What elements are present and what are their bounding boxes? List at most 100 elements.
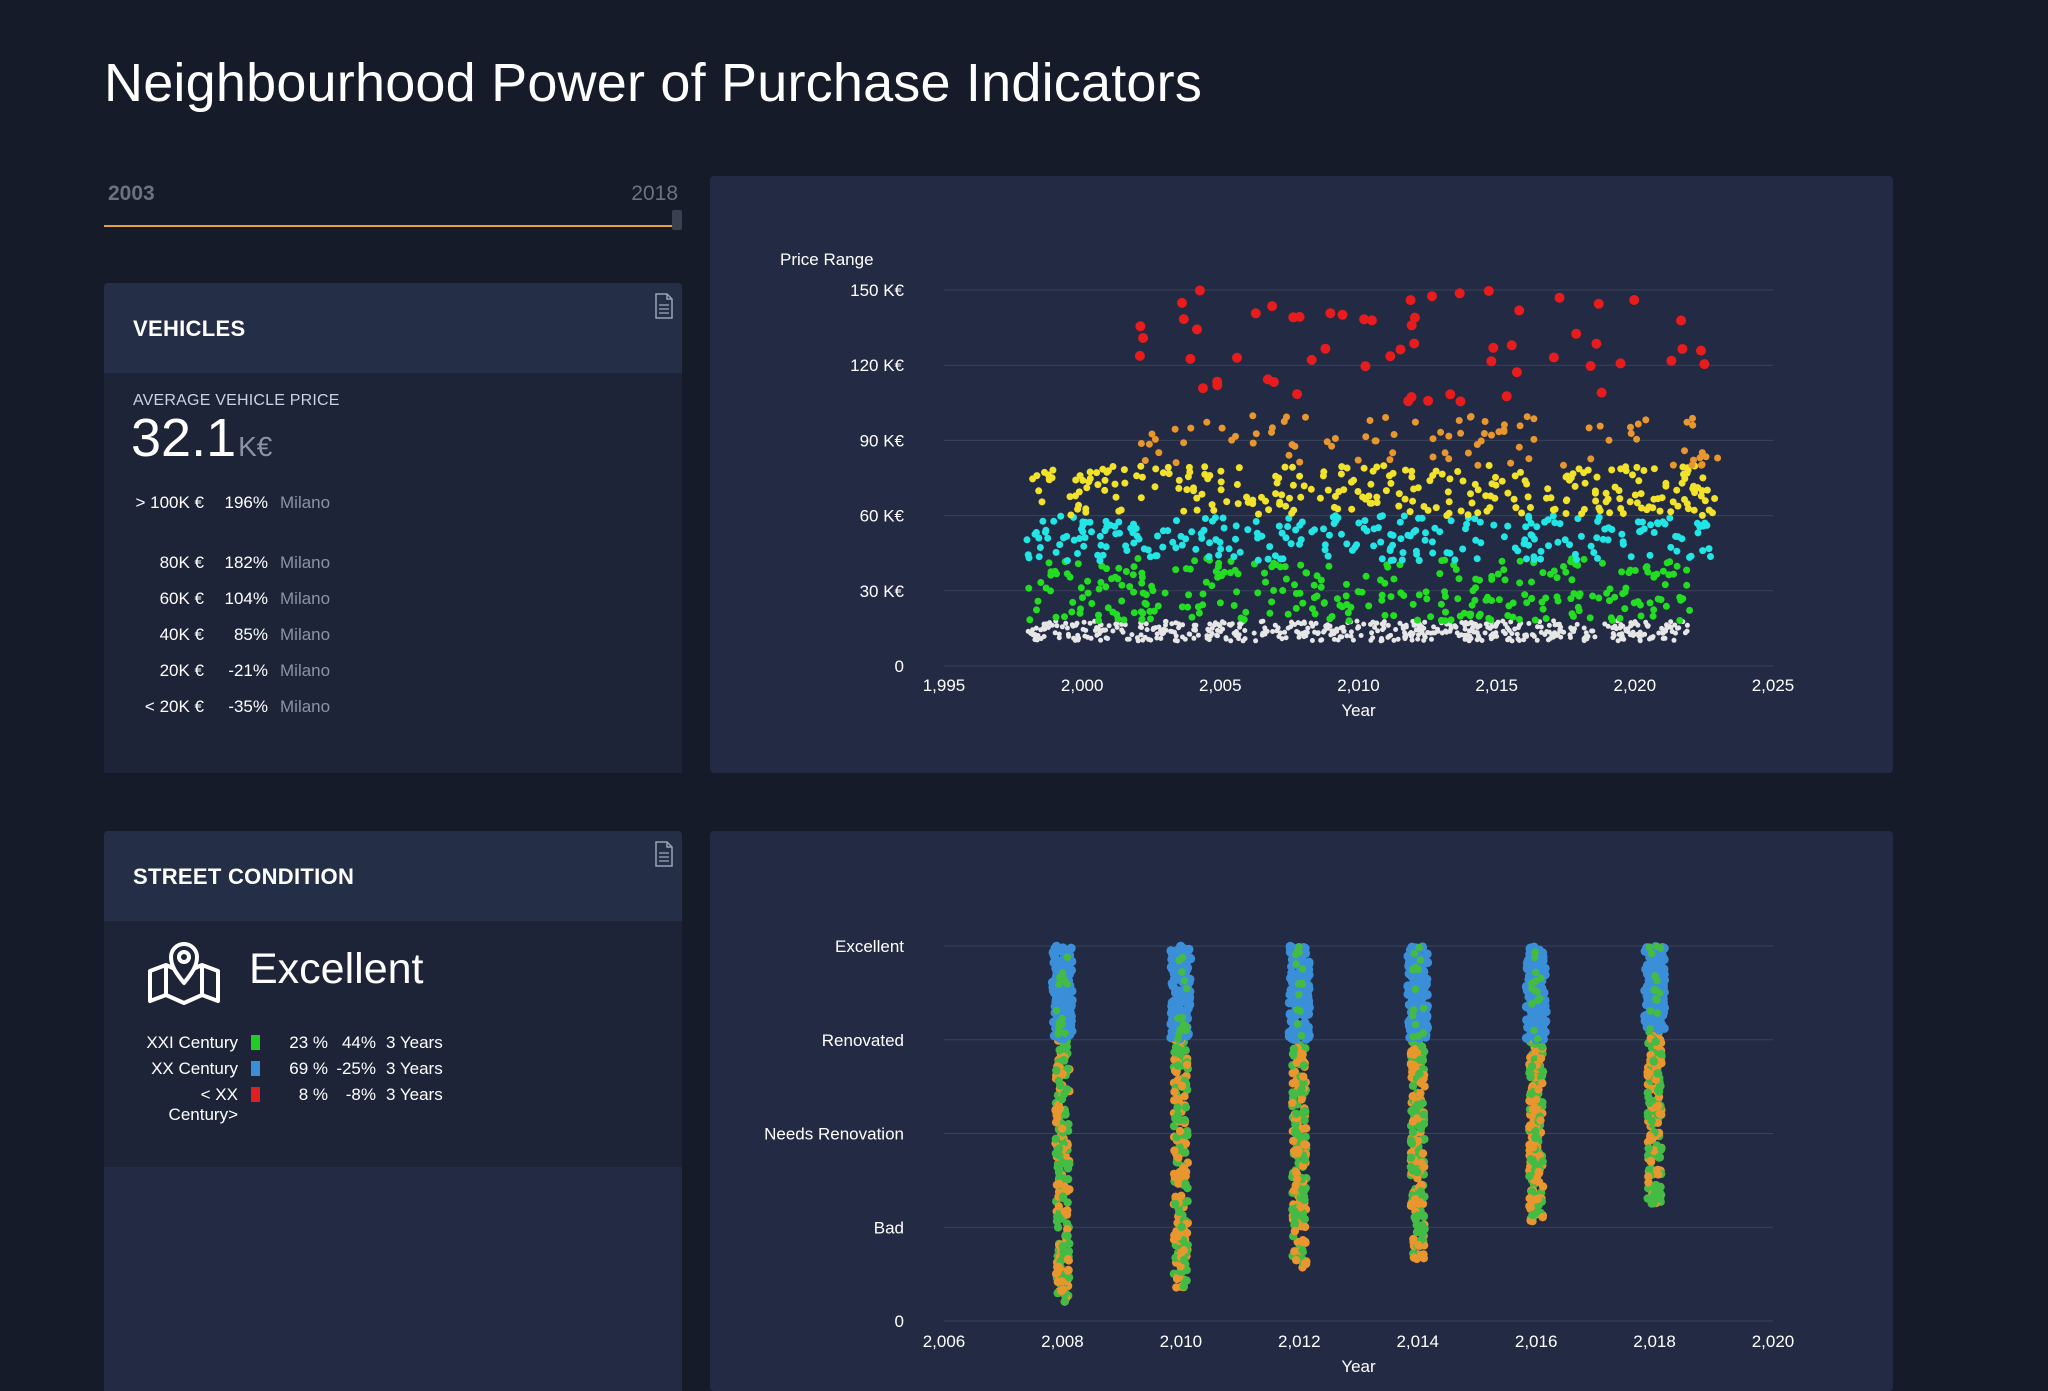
year-range-slider[interactable]: 2003 2018 <box>104 176 682 230</box>
scatter-point <box>1343 601 1351 608</box>
strip-point <box>1288 1088 1297 1097</box>
scatter-point <box>1143 621 1149 627</box>
document-icon[interactable] <box>654 293 674 319</box>
strip-point <box>1182 1060 1192 1069</box>
strip-point <box>1408 1081 1418 1090</box>
scatter-point <box>1616 614 1624 622</box>
street-condition-card-header: STREET CONDITION <box>104 831 682 921</box>
street-condition-strip-chart[interactable]: 0 Bad Needs Renovation Renovated Excellent 2,… <box>710 831 1893 1391</box>
scatter-point <box>1111 480 1119 488</box>
scatter-point <box>1250 308 1261 319</box>
price-range-city: Milano <box>280 697 331 716</box>
scatter-point <box>1669 461 1677 469</box>
scatter-point <box>1266 543 1274 551</box>
scatter-point <box>1698 461 1706 469</box>
year-range-handle[interactable] <box>672 210 682 230</box>
scatter-point <box>1468 627 1474 633</box>
price-range-label: 60K € <box>159 589 204 608</box>
scatter-point <box>1233 481 1241 488</box>
scatter-point <box>1471 480 1479 488</box>
strip-point <box>1055 1104 1064 1113</box>
scatter-point <box>1561 536 1569 544</box>
scatter-point <box>1480 430 1488 437</box>
scatter-point <box>1240 616 1248 623</box>
strip-point <box>1654 1101 1663 1111</box>
strip-point <box>1528 984 1536 993</box>
scatter-point <box>1362 433 1370 441</box>
scatter-point <box>1707 553 1714 560</box>
scatter-point <box>1492 481 1500 489</box>
scatter-point <box>1069 598 1077 606</box>
x-tick-label: 2,005 <box>1199 676 1242 695</box>
year-range-track[interactable] <box>104 225 676 227</box>
scatter-point <box>1650 606 1658 614</box>
strip-point <box>1410 949 1418 958</box>
scatter-point <box>1286 494 1293 502</box>
scatter-point <box>1175 476 1183 484</box>
scatter-point <box>1280 418 1288 425</box>
scatter-point <box>1370 542 1378 550</box>
scatter-point <box>1172 629 1177 635</box>
strip-point <box>1656 944 1665 952</box>
strip-point <box>1171 1114 1180 1123</box>
price-range-pct: 182% <box>224 553 268 572</box>
strip-point <box>1294 1146 1303 1155</box>
scatter-point <box>1627 423 1634 431</box>
scatter-point <box>1429 435 1437 443</box>
strip-point <box>1647 949 1656 958</box>
scatter-point <box>1528 578 1535 586</box>
scatter-point <box>1667 543 1675 551</box>
strip-point <box>1173 1061 1182 1070</box>
scatter-point <box>1266 609 1274 617</box>
scatter-point <box>1068 608 1076 616</box>
scatter-point <box>1682 630 1688 636</box>
scatter-point <box>1389 531 1397 539</box>
era-share: 23 % <box>289 1033 328 1052</box>
scatter-point <box>1194 285 1205 296</box>
scatter-point <box>1267 301 1278 312</box>
scatter-point <box>1129 632 1135 638</box>
scatter-point <box>1522 632 1528 638</box>
scatter-point <box>1249 412 1257 420</box>
scatter-point <box>1594 517 1602 525</box>
document-icon[interactable] <box>654 841 674 867</box>
scatter-point <box>1099 551 1107 559</box>
scatter-point <box>1204 475 1212 483</box>
scatter-point <box>1382 414 1390 421</box>
scatter-point <box>1560 461 1567 469</box>
scatter-point <box>1415 636 1421 642</box>
scatter-point <box>1616 495 1624 503</box>
scatter-point <box>1054 623 1060 629</box>
scatter-series <box>1029 462 1719 519</box>
scatter-point <box>1596 422 1604 430</box>
scatter-point <box>1378 596 1386 604</box>
scatter-point <box>1465 610 1473 618</box>
scatter-point <box>1531 616 1539 624</box>
scatter-point <box>1173 517 1180 525</box>
scatter-point <box>1285 625 1291 631</box>
scatter-point <box>1254 556 1262 564</box>
scatter-point <box>1645 503 1653 511</box>
scatter-point <box>1385 622 1391 628</box>
scatter-point <box>1498 477 1506 485</box>
scatter-point <box>1545 637 1551 643</box>
scatter-point <box>1445 455 1453 463</box>
scatter-point <box>1422 619 1428 625</box>
strip-point <box>1299 1061 1308 1070</box>
scatter-point <box>1406 508 1414 516</box>
scatter-point <box>1395 502 1403 510</box>
strip-point <box>1299 1192 1309 1201</box>
scatter-point <box>1439 630 1445 636</box>
y-tick-label: 0 <box>895 657 904 676</box>
scatter-point <box>1063 557 1071 565</box>
scatter-point <box>1488 431 1495 439</box>
scatter-point <box>1106 623 1112 629</box>
strip-point <box>1174 1014 1182 1023</box>
scatter-point <box>1283 635 1289 641</box>
scatter-point <box>1488 342 1499 353</box>
scatter-point <box>1545 542 1552 550</box>
scatter-point <box>1642 416 1650 424</box>
scatter-point <box>1395 490 1403 498</box>
vehicle-price-scatter-chart[interactable]: 0 30 K€ 60 K€ 90 K€ 120 K€ 150 K€ 1,995 2,000 2,… <box>710 176 1893 773</box>
scatter-point <box>1121 479 1129 487</box>
